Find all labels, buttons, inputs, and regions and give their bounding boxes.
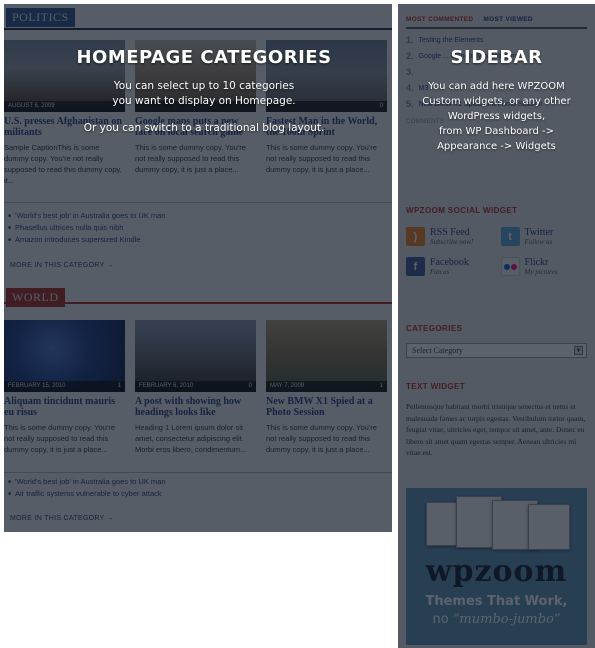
post-excerpt: This is some dummy copy. You're not real… [4,423,115,454]
category-label-world[interactable]: WORLD [6,288,65,307]
more-post-link[interactable]: Phasellus ultrices nulla quis nibh [8,222,166,234]
theme-screenshots [416,496,576,554]
tab-underline [406,27,587,29]
text-widget: TEXT WIDGET Pellentesque habitant morbi … [406,382,587,459]
post-title-link[interactable]: New BMW X1 Spied at a Photo Session [266,396,387,418]
post-card: FEBRUARY 6, 2010 0 A post with showing ho… [135,320,256,455]
chevron-down-icon: ▼ [574,346,583,355]
social-facebook[interactable]: f Facebook Fan us [406,257,493,277]
wpzoom-logo: wpzoom [425,554,568,589]
list-item[interactable]: 3. [406,68,587,77]
post-thumbnail[interactable]: FEBRUARY 6, 2010 0 [135,320,256,392]
widget-title: CATEGORIES [406,324,463,333]
post-excerpt: This is some dummy copy. You're not real… [266,143,377,174]
more-in-category-link[interactable]: MORE IN THIS CATEGORY → [10,262,114,269]
text-widget-body: Pellentesque habitant morbi tristique se… [406,402,586,457]
more-post-link[interactable]: Air traffic systems vulnerable to cyber … [8,488,166,500]
more-posts-list: 'World's best job' in Australia goes to … [8,476,166,500]
comment-count: 1 [117,383,121,389]
categories-widget: CATEGORIES Select Category ▼ [406,324,587,358]
post-thumbnail[interactable]: MAY 7, 2009 1 [266,320,387,392]
politics-section-header: POLITICS [4,4,392,30]
post-excerpt: This is some dummy copy. You're not real… [266,423,377,454]
twitter-icon: t [500,227,520,246]
comment-count: 0 [248,383,252,389]
post-date: FEBRUARY 6, 2010 [139,383,194,389]
category-label-politics[interactable]: POLITICS [6,8,75,27]
rss-icon: ) [406,227,425,246]
more-in-category-link[interactable]: MORE IN THIS CATEGORY → [10,515,114,522]
divider [4,472,392,473]
social-rss[interactable]: ) RSS Feed Subscribe now! [406,227,493,247]
post-card: MAY 7, 2009 1 New BMW X1 Spied at a Photo… [266,320,387,455]
flickr-icon [500,257,520,276]
comment-count: 1 [379,383,383,389]
post-thumbnail[interactable]: FEBRUARY 15, 2010 1 [4,320,125,392]
homepage-categories-title: HOMEPAGE CATEGORIES [76,47,332,68]
social-twitter[interactable]: t Twitter Follow us [500,227,588,247]
tab-most-commented[interactable]: MOST COMMENTED [406,16,473,23]
social-flickr[interactable]: Flickr My pictures [500,257,588,277]
section-divider [4,28,392,30]
more-post-link[interactable]: Amazon introduces supersized Kindle [8,234,166,246]
world-posts: FEBRUARY 15, 2010 1 Aliquam tincidunt mau… [4,320,392,455]
homepage-categories-description: You can select up to 10 categories you w… [83,80,325,134]
post-card: FEBRUARY 15, 2010 1 Aliquam tincidunt mau… [4,320,125,455]
more-posts-list: 'World's best job' in Australia goes to … [8,210,166,246]
ad-tagline: Themes That Work, [425,594,568,609]
tab-most-viewed[interactable]: MOST VIEWED [483,16,533,23]
post-title-link[interactable]: Aliquam tincidunt mauris eu risus [4,396,125,418]
more-post-link[interactable]: 'World's best job' in Australia goes to … [8,476,165,488]
widget-title: TEXT WIDGET [406,382,466,391]
category-select[interactable]: Select Category ▼ [406,343,587,358]
sidebar-description: You can add here WPZOOM Custom widgets, … [422,81,571,152]
wpzoom-ad-banner[interactable]: wpzoom Themes That Work, no “mumbo-jumbo… [406,488,587,645]
post-title-link[interactable]: A post with showing how headings looks l… [135,396,256,418]
list-item[interactable]: 1. Testing the Elements [406,36,587,45]
post-excerpt: This is some dummy copy. You're not real… [135,143,246,174]
social-widget: WPZOOM SOCIAL WIDGET ) RSS Feed Subscribe… [406,206,587,277]
sidebar-title: SIDEBAR [450,47,543,68]
widget-title: WPZOOM SOCIAL WIDGET [406,206,518,215]
more-post-link[interactable]: 'World's best job' in Australia goes to … [8,210,165,222]
facebook-icon: f [406,257,425,276]
post-excerpt: Sample CaptionThis is some dummy copy. Y… [4,143,122,185]
post-date: MAY 7, 2009 [270,383,305,389]
divider [4,202,392,203]
post-date: FEBRUARY 15, 2010 [8,383,66,389]
post-excerpt: Heading 1 Lorem ipsum dolor sit amet, co… [135,423,247,454]
world-section-header: WORLD [4,288,392,316]
ad-tagline-2: no “mumbo-jumbo” [432,612,561,627]
